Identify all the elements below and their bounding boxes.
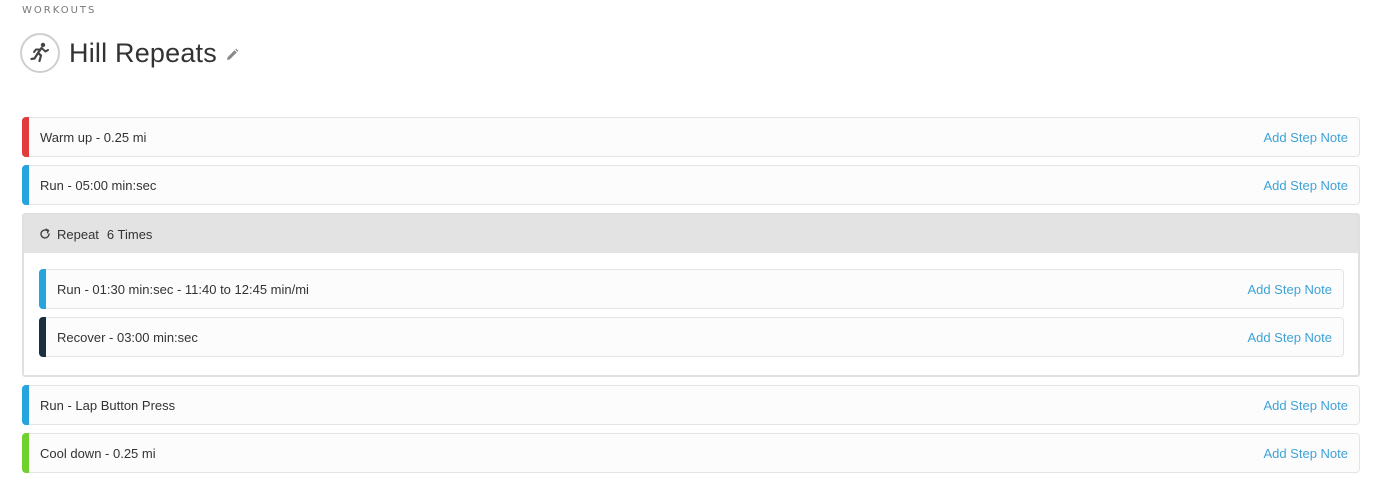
- repeat-label: Repeat: [57, 226, 99, 242]
- repeat-block: Repeat 6 Times Run - 01:30 min:sec - 11:…: [22, 213, 1360, 377]
- add-step-note-link[interactable]: Add Step Note: [1247, 330, 1332, 345]
- step-color-bar: [22, 117, 29, 157]
- repeat-header: Repeat 6 Times: [24, 215, 1358, 253]
- step-label: Run - 01:30 min:sec - 11:40 to 12:45 min…: [57, 281, 309, 297]
- workout-step: Warm up - 0.25 mi Add Step Note: [22, 117, 1360, 157]
- add-step-note-link[interactable]: Add Step Note: [1263, 130, 1348, 145]
- step-label: Cool down - 0.25 mi: [40, 445, 156, 461]
- step-label: Warm up - 0.25 mi: [40, 129, 147, 145]
- repeat-icon: [40, 228, 50, 239]
- section-eyebrow: WORKOUTS: [22, 5, 97, 16]
- repeat-times: 6 Times: [106, 226, 153, 242]
- step-color-bar: [22, 433, 29, 473]
- page-title: Hill Repeats: [69, 37, 217, 68]
- step-label: Recover - 03:00 min:sec: [57, 329, 198, 345]
- step-color-bar: [22, 165, 29, 205]
- runner-icon: [20, 33, 60, 73]
- pencil-icon[interactable]: [225, 48, 239, 62]
- add-step-note-link[interactable]: Add Step Note: [1263, 178, 1348, 193]
- step-color-bar: [39, 269, 46, 309]
- add-step-note-link[interactable]: Add Step Note: [1263, 446, 1348, 461]
- step-label: Run - Lap Button Press: [40, 397, 176, 413]
- workout-step: Cool down - 0.25 mi Add Step Note: [22, 433, 1360, 473]
- step-color-bar: [22, 385, 29, 425]
- add-step-note-link[interactable]: Add Step Note: [1263, 398, 1348, 413]
- step-label: Run - 05:00 min:sec: [40, 177, 157, 193]
- workout-step: Recover - 03:00 min:sec Add Step Note: [39, 317, 1344, 357]
- step-color-bar: [39, 317, 46, 357]
- workout-step: Run - 05:00 min:sec Add Step Note: [22, 165, 1360, 205]
- workout-title-row: Hill Repeats: [20, 31, 239, 75]
- repeat-steps: Run - 01:30 min:sec - 11:40 to 12:45 min…: [24, 253, 1358, 375]
- add-step-note-link[interactable]: Add Step Note: [1247, 282, 1332, 297]
- workout-step: Run - 01:30 min:sec - 11:40 to 12:45 min…: [39, 269, 1344, 309]
- workout-steps: Warm up - 0.25 mi Add Step Note Run - 05…: [22, 117, 1360, 481]
- workout-step: Run - Lap Button Press Add Step Note: [22, 385, 1360, 425]
